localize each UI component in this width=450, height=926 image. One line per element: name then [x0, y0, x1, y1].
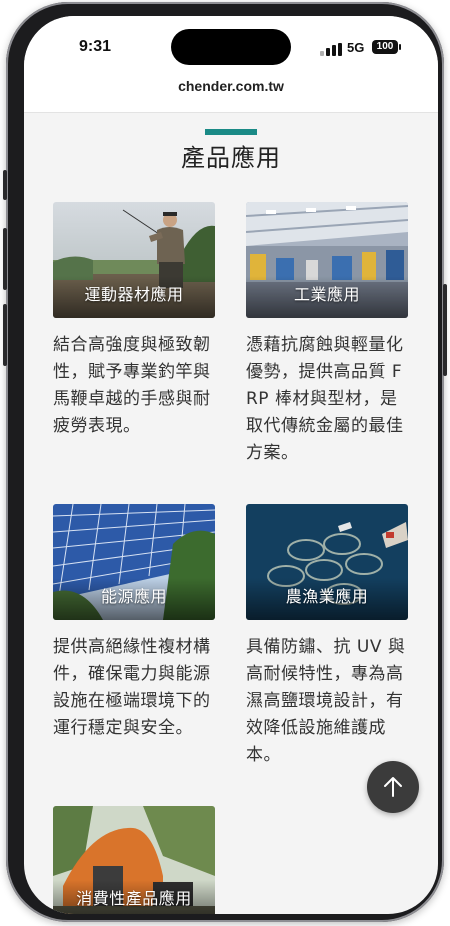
battery-tip: [399, 44, 401, 50]
signal-icon: [320, 43, 342, 56]
card-image-sports[interactable]: 運動器材應用: [53, 202, 215, 318]
screen: 9:31 5G 100 chender.com.tw 產品應用 運動器材應用 結…: [24, 16, 438, 914]
card-label-energy: 能源應用: [100, 587, 167, 606]
arrow-up-icon: [384, 777, 402, 797]
battery-icon: 100: [372, 40, 398, 54]
card-image-agrifishery[interactable]: 農漁業應用: [246, 504, 408, 620]
card-desc-agrifishery: 具備防鏽、抗 UV 與高耐候特性，專為高濕高鹽環境設計，有效降低設施維護成本。: [246, 637, 406, 765]
network-type: 5G: [347, 40, 365, 55]
card-image-energy[interactable]: 能源應用: [53, 504, 215, 620]
card-desc-industrial: 憑藉抗腐蝕與輕量化優勢，提供高品質 FRP 棒材與型材，是取代傳統金屬的最佳方案…: [246, 335, 404, 463]
card-label-agrifishery: 農漁業應用: [285, 587, 369, 606]
power-button: [443, 284, 447, 376]
card-image-industrial[interactable]: 工業應用: [246, 202, 408, 318]
back-to-top-button[interactable]: [367, 761, 419, 813]
card-label-industrial: 工業應用: [293, 285, 360, 304]
dynamic-island: [171, 29, 291, 65]
card-desc-sports: 結合高強度與極致韌性，賦予專業釣竿與馬鞭卓越的手感與耐疲勞表現。: [53, 335, 211, 436]
action-button: [3, 170, 7, 200]
card-label-sports: 運動器材應用: [84, 285, 184, 304]
card-label-consumer: 消費性產品應用: [76, 889, 192, 908]
volume-up-button: [3, 228, 7, 290]
title-accent-bar: [205, 129, 257, 135]
card-desc-energy: 提供高絕緣性複材構件，確保電力與能源設施在極端環境下的運行穩定與安全。: [53, 637, 211, 738]
address-bar-url[interactable]: chender.com.tw: [24, 78, 438, 94]
status-time: 9:31: [79, 38, 112, 55]
volume-down-button: [3, 304, 7, 366]
section-title: 產品應用: [181, 144, 281, 172]
phone-frame: 9:31 5G 100 chender.com.tw 產品應用 運動器材應用 結…: [3, 2, 447, 922]
card-image-consumer[interactable]: 消費性產品應用: [53, 806, 215, 914]
browser-header: 9:31 5G 100 chender.com.tw: [24, 16, 438, 113]
